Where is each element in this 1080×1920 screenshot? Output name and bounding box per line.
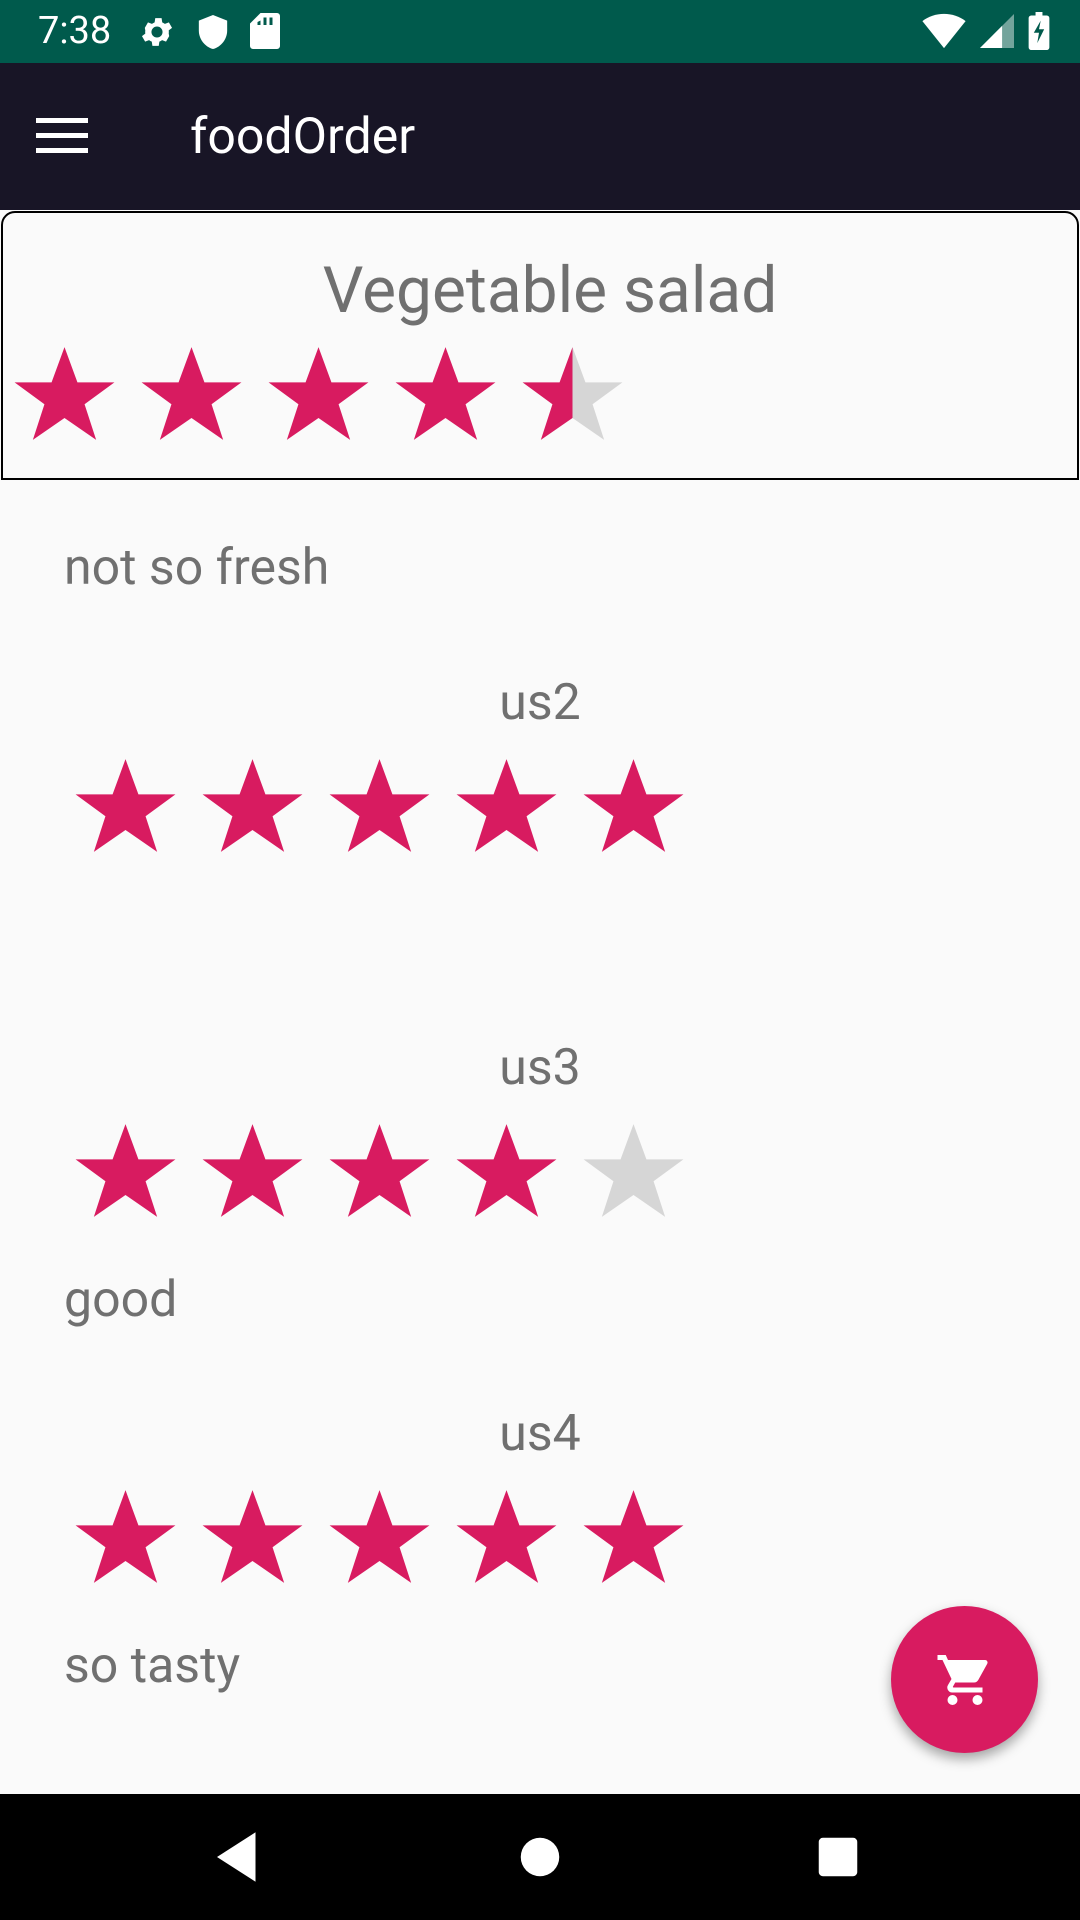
home-button[interactable] [507, 1824, 573, 1890]
back-icon [217, 1832, 256, 1882]
cart-icon [937, 1654, 988, 1705]
review-comment: so tasty [64, 1637, 241, 1695]
star-icon [583, 1124, 684, 1217]
review-rating-bar [72, 1117, 687, 1224]
recents-button[interactable] [805, 1824, 871, 1890]
star-icon [202, 1124, 303, 1217]
review-rating-bar [72, 1483, 687, 1590]
star-icon [202, 1490, 303, 1583]
menu-button[interactable] [36, 106, 108, 166]
app-bar: foodOrder [0, 63, 1080, 210]
cart-fab-button[interactable] [891, 1606, 1038, 1753]
star-icon [456, 1490, 557, 1583]
star-icon [395, 347, 496, 440]
battery-icon [1028, 12, 1050, 50]
star-icon [202, 759, 303, 852]
star-icon [329, 759, 430, 852]
review-user: us3 [499, 1039, 581, 1097]
dish-title: Vegetable salad [322, 253, 778, 328]
dish-header-card: Vegetable salad [1, 211, 1079, 480]
star-icon [268, 347, 369, 440]
star-icon [522, 347, 623, 440]
status-bar: 7:38 [0, 0, 1080, 63]
app-title: foodOrder [190, 108, 416, 166]
review-rating-bar [72, 752, 687, 859]
dish-rating-bar [11, 340, 626, 447]
star-icon [75, 1490, 176, 1583]
star-icon [75, 759, 176, 852]
shield-icon [198, 15, 228, 49]
star-icon [329, 1124, 430, 1217]
star-icon [456, 1124, 557, 1217]
review-comment: good [64, 1271, 178, 1329]
menu-icon [36, 118, 88, 153]
review-comment: not so fresh [64, 539, 330, 597]
star-icon [583, 1490, 684, 1583]
signal-icon [980, 14, 1014, 48]
sd-card-icon [250, 13, 280, 49]
star-icon [456, 759, 557, 852]
status-time: 7:38 [38, 9, 112, 53]
gear-icon [141, 18, 173, 46]
review-user: us2 [499, 674, 581, 732]
system-nav-bar [0, 1794, 1080, 1920]
star-icon [75, 1124, 176, 1217]
star-icon [14, 347, 115, 440]
star-icon [583, 759, 684, 852]
star-icon [329, 1490, 430, 1583]
wifi-icon [922, 13, 966, 49]
back-button[interactable] [206, 1824, 272, 1890]
star-icon [141, 347, 242, 440]
review-user: us4 [499, 1405, 581, 1463]
recents-icon [818, 1837, 858, 1877]
home-icon [520, 1837, 560, 1877]
